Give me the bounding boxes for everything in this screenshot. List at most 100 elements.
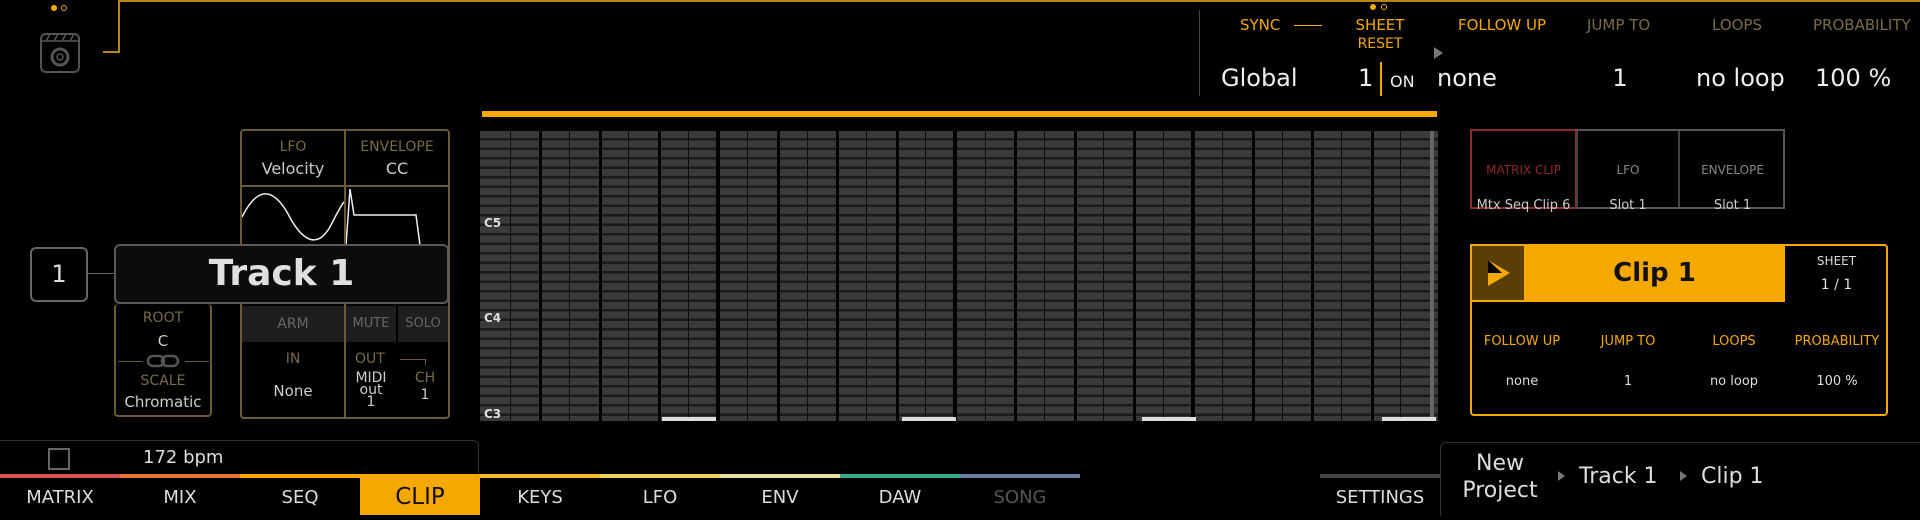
beat-line — [1222, 131, 1224, 421]
nav-tab-clip[interactable]: CLIP — [360, 478, 480, 515]
nav-tab-lfo[interactable]: LFO — [600, 476, 720, 515]
on-toggle[interactable]: ON — [1390, 72, 1415, 91]
lfo-label: LFO — [279, 139, 307, 155]
stop-checkbox[interactable] — [48, 448, 70, 470]
envelope-label: ENVELOPE — [360, 139, 434, 155]
bar-line — [953, 131, 957, 421]
sync-label: SYNC — [1240, 16, 1281, 34]
probability-value[interactable]: 100 % — [1815, 64, 1891, 92]
clip-lfo-value[interactable]: Slot 1 — [1578, 198, 1678, 213]
root-value: C — [157, 332, 169, 350]
beat-line — [1311, 131, 1315, 421]
beat-line — [509, 131, 511, 421]
note-label-c5: C5 — [484, 216, 502, 230]
nav-tab-mix[interactable]: MIX — [120, 476, 240, 515]
breadcrumb-track[interactable]: Track 1 — [1579, 464, 1658, 489]
bar-marker — [1382, 417, 1436, 421]
breadcrumb-chevron-icon — [1680, 471, 1687, 481]
clip-progress-bar — [482, 111, 1437, 117]
nav-settings[interactable]: SETTINGS — [1320, 476, 1440, 515]
settings-gear-icon[interactable] — [38, 32, 82, 74]
in-label: IN — [285, 351, 301, 367]
beat-line — [984, 131, 986, 421]
envelope-waveform[interactable] — [345, 187, 448, 247]
arm-button[interactable]: ARM — [242, 306, 344, 342]
probability-label: PROBABILITY — [1813, 16, 1911, 34]
in-value[interactable]: None — [242, 382, 344, 400]
sheet-dot — [1381, 4, 1387, 10]
clip-lfo-label: LFO — [1616, 163, 1640, 177]
clip-followup-value[interactable]: none — [1472, 374, 1572, 389]
piano-roll-rows — [480, 131, 1438, 421]
envelope-value[interactable]: CC — [346, 159, 448, 178]
clip-probability-value[interactable]: 100 % — [1787, 374, 1887, 389]
out-label: OUT — [355, 351, 385, 367]
beat-line — [1281, 131, 1283, 421]
breadcrumb-project[interactable]: New Project — [1450, 450, 1550, 504]
play-arrow-icon — [1434, 47, 1443, 59]
sync-value[interactable]: Global — [1221, 64, 1298, 92]
beat-line — [776, 131, 780, 421]
bar-line — [715, 131, 720, 421]
track-connector — [88, 273, 114, 274]
beat-line — [895, 131, 899, 421]
sheet-label: SHEET — [1355, 16, 1405, 34]
clip-jumpto-value[interactable]: 1 — [1578, 374, 1678, 389]
link-line-left — [118, 361, 142, 362]
reset-button[interactable]: RESET — [1350, 36, 1410, 52]
sheet-on-divider — [1380, 62, 1382, 96]
clip-loops-value[interactable]: no loop — [1684, 374, 1784, 389]
lfo-value[interactable]: Velocity — [242, 159, 344, 178]
top-border-vertical — [118, 0, 120, 52]
page-dot-active — [51, 5, 57, 11]
beat-line — [1014, 131, 1018, 421]
beat-line — [1044, 131, 1046, 421]
playhead-end — [1430, 131, 1434, 421]
matrix-clip-value: Mtx Seq Clip 6 — [1476, 198, 1571, 213]
nav-tab-matrix[interactable]: MATRIX — [0, 476, 120, 515]
ch-value[interactable]: 1 — [405, 387, 445, 403]
out-ch-line — [400, 359, 425, 360]
nav-tab-env[interactable]: ENV — [720, 476, 840, 515]
mute-button[interactable]: MUTE — [346, 306, 396, 342]
nav-tab-keys[interactable]: KEYS — [480, 476, 600, 515]
nav-tab-daw[interactable]: DAW — [840, 476, 960, 515]
page-dot — [61, 5, 67, 11]
piano-roll[interactable]: C5 C4 C3 — [480, 131, 1438, 421]
clip-envelope-value[interactable]: Slot 1 — [1680, 198, 1785, 213]
beat-line — [1370, 131, 1374, 421]
beat-line — [1162, 131, 1164, 421]
breadcrumb-clip[interactable]: Clip 1 — [1701, 464, 1764, 489]
beat-line — [836, 131, 840, 421]
clip-name[interactable]: Clip 1 — [1524, 244, 1785, 302]
clip-play-button[interactable] — [1472, 246, 1524, 300]
jumpto-value[interactable]: 1 — [1590, 64, 1650, 92]
followup-label: FOLLOW UP — [1458, 16, 1547, 34]
solo-button[interactable]: SOLO — [398, 306, 448, 342]
beat-line — [628, 131, 630, 421]
track-number[interactable]: 1 — [30, 247, 88, 302]
clip-sheet-value[interactable]: 1 / 1 — [1787, 277, 1886, 293]
breadcrumb-project-line1: New — [1476, 451, 1524, 476]
nav-tab-song[interactable]: SONG — [960, 476, 1080, 515]
scale-label: SCALE — [140, 373, 186, 389]
sheet-value[interactable]: 1 — [1358, 64, 1373, 92]
nav-tab-seq[interactable]: SEQ — [240, 476, 360, 515]
matrix-clip-label: MATRIX CLIP — [1486, 163, 1561, 177]
followup-value[interactable]: none — [1437, 64, 1497, 92]
beat-line — [1251, 131, 1255, 421]
header-divider — [1199, 10, 1200, 96]
loops-label: LOOPS — [1712, 16, 1763, 34]
tempo-bpm[interactable]: 172 bpm — [143, 447, 223, 468]
scale-value: Chromatic — [124, 393, 202, 411]
beat-line — [658, 131, 662, 421]
link-icon — [146, 353, 180, 369]
beat-line — [598, 131, 602, 421]
track-name[interactable]: Track 1 — [114, 244, 449, 304]
ch-label: CH — [414, 370, 436, 386]
loops-value[interactable]: no loop — [1696, 64, 1785, 92]
out-value[interactable]: MIDI out 1 — [346, 371, 396, 409]
sheet-dot-active — [1370, 4, 1376, 10]
lfo-waveform[interactable] — [241, 187, 345, 247]
clip-followup-label: FOLLOW UP — [1483, 334, 1561, 349]
